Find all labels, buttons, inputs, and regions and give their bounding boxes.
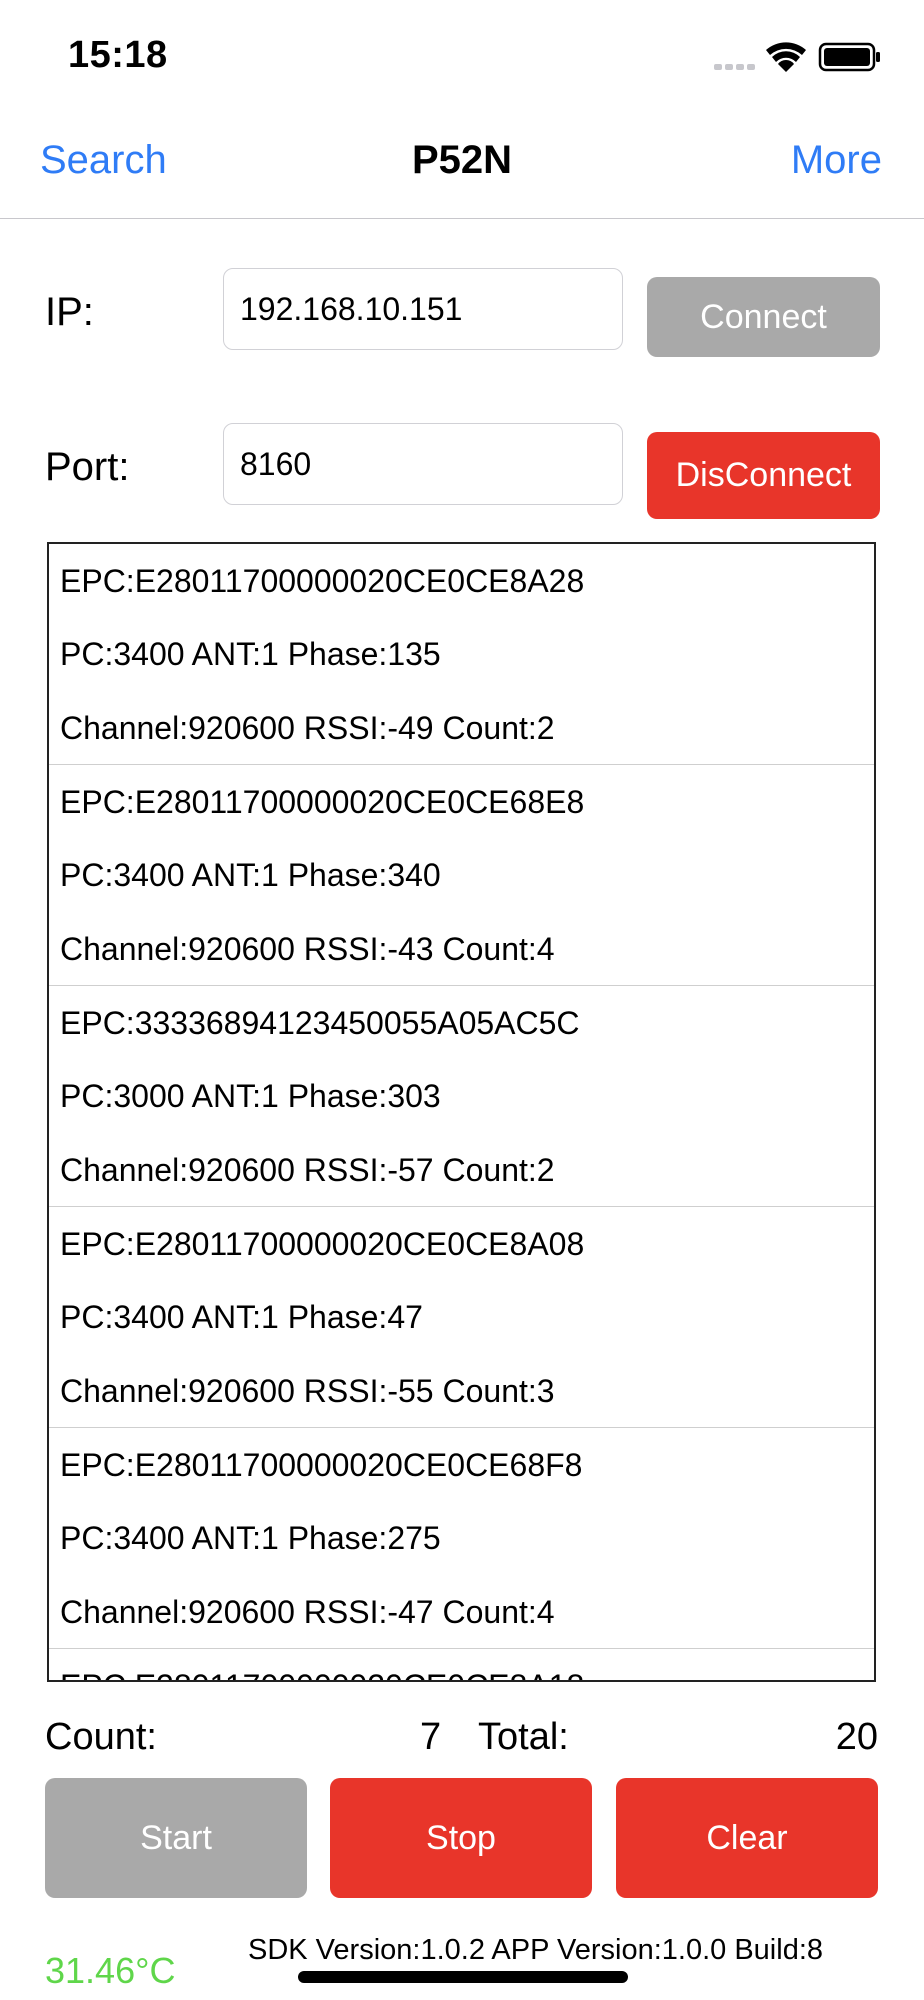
port-value: 8160 [240, 445, 312, 482]
tag-info: PC:3400 ANT:1 Phase:47 [60, 1299, 423, 1335]
count-value: 7 [420, 1716, 442, 1758]
tag-info: PC:3400 ANT:1 Phase:275 [60, 1520, 441, 1556]
tag-info: PC:3400 ANT:1 Phase:135 [60, 636, 441, 672]
port-label: Port: [45, 445, 130, 489]
list-item[interactable]: EPC:E28011700000020CE0CE8A08 PC:3400 ANT… [49, 1207, 874, 1428]
home-indicator[interactable] [298, 1971, 628, 1983]
tag-stats: Channel:920600 RSSI:-47 Count:4 [60, 1594, 555, 1630]
tag-epc: EPC:E28011700000020CE0CE8A28 [60, 563, 585, 599]
tag-epc: EPC:E28011700000020CE0CE8A18 [60, 1649, 874, 1680]
disconnect-button[interactable]: DisConnect [647, 432, 880, 519]
connect-button[interactable]: Connect [647, 277, 880, 357]
battery-icon [818, 42, 880, 72]
total-label: Total: [478, 1716, 569, 1758]
list-item[interactable]: EPC:E28011700000020CE0CE8A18 [49, 1649, 874, 1680]
wifi-icon [766, 42, 806, 72]
tag-stats: Channel:920600 RSSI:-55 Count:3 [60, 1373, 555, 1409]
temperature-readout: 31.46°C [45, 1950, 176, 1991]
more-button[interactable]: More [791, 138, 882, 183]
ip-value: 192.168.10.151 [240, 290, 463, 327]
tag-info: PC:3400 ANT:1 Phase:340 [60, 857, 441, 893]
version-info: SDK Version:1.0.2 APP Version:1.0.0 Buil… [248, 1934, 824, 1966]
tag-list[interactable]: EPC:E28011700000020CE0CE8A28 PC:3400 ANT… [47, 542, 876, 1682]
stop-button[interactable]: Stop [330, 1778, 592, 1898]
tag-epc: EPC:33336894123450055A05AC5C [60, 1005, 580, 1041]
signal-dots-icon [714, 64, 755, 70]
start-button[interactable]: Start [45, 1778, 307, 1898]
status-time: 15:18 [68, 34, 168, 76]
status-icons [714, 40, 884, 74]
list-item[interactable]: EPC:E28011700000020CE0CE68E8 PC:3400 ANT… [49, 765, 874, 986]
tag-epc: EPC:E28011700000020CE0CE68E8 [60, 784, 585, 820]
port-input[interactable]: 8160 [223, 423, 623, 505]
total-value: 20 [835, 1716, 878, 1758]
tag-stats: Channel:920600 RSSI:-43 Count:4 [60, 931, 555, 967]
clear-button[interactable]: Clear [616, 1778, 878, 1898]
tag-stats: Channel:920600 RSSI:-57 Count:2 [60, 1152, 555, 1188]
tag-epc: EPC:E28011700000020CE0CE8A08 [60, 1226, 585, 1262]
page-title: P52N [411, 138, 513, 182]
list-item[interactable]: EPC:E28011700000020CE0CE68F8 PC:3400 ANT… [49, 1428, 874, 1649]
list-item[interactable]: EPC:33336894123450055A05AC5C PC:3000 ANT… [49, 986, 874, 1207]
tag-stats: Channel:920600 RSSI:-49 Count:2 [60, 710, 555, 746]
list-item[interactable]: EPC:E28011700000020CE0CE8A28 PC:3400 ANT… [49, 544, 874, 765]
tag-info: PC:3000 ANT:1 Phase:303 [60, 1078, 441, 1114]
ip-label: IP: [45, 290, 94, 334]
ip-input[interactable]: 192.168.10.151 [223, 268, 623, 350]
count-label: Count: [45, 1716, 157, 1758]
tag-epc: EPC:E28011700000020CE0CE68F8 [60, 1447, 583, 1483]
